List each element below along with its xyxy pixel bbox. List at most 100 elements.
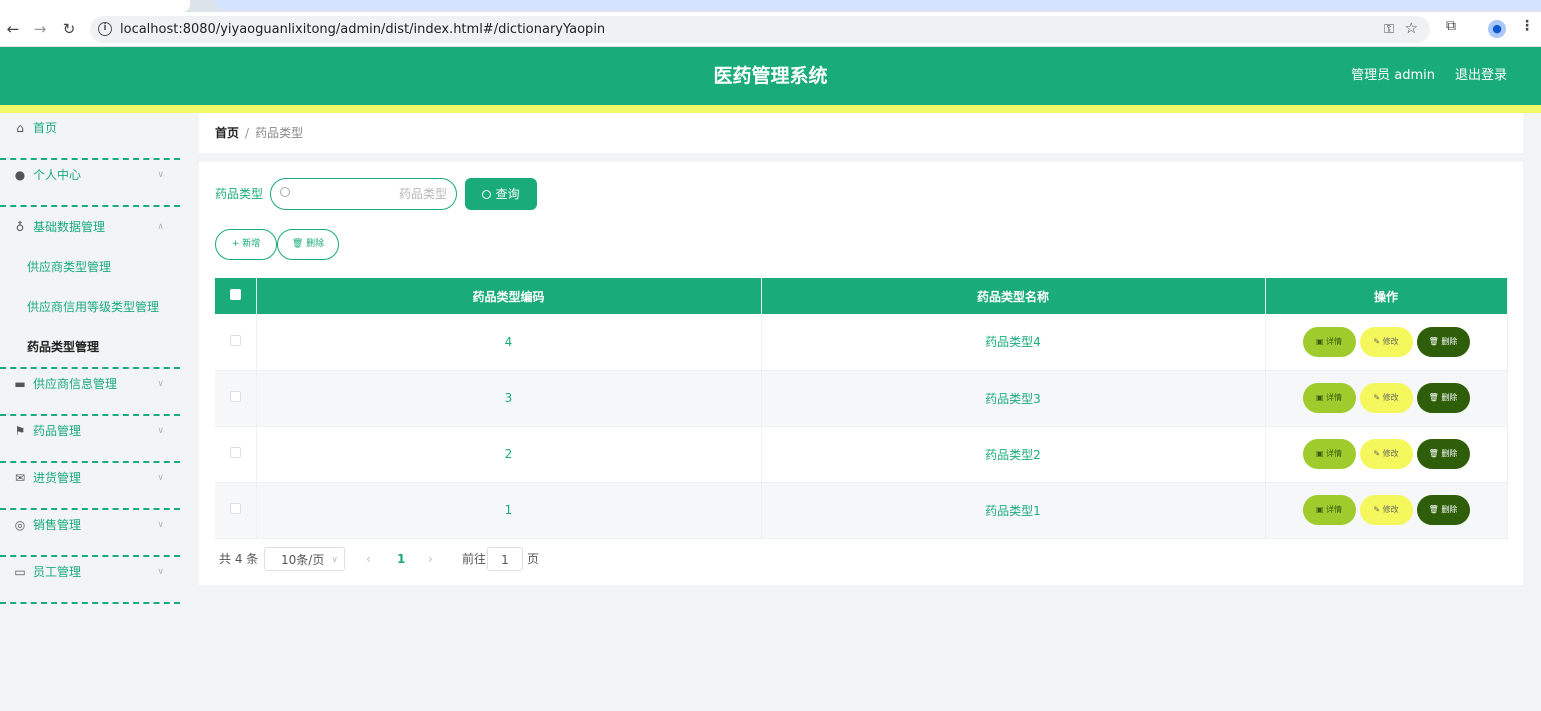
sidebar-item-purchase[interactable]: ✉ 进货管理 ∨	[0, 463, 180, 510]
sidebar-item-label: 基础数据管理	[33, 220, 106, 234]
row-checkbox[interactable]	[229, 503, 241, 514]
sidebar-item-label: 供应商信息管理	[33, 377, 118, 391]
delete-button[interactable]: 🗑 删除	[1416, 439, 1470, 469]
search-icon	[482, 190, 492, 199]
cell-name: 药品类型3	[761, 370, 1266, 427]
goto-unit: 页	[527, 552, 540, 566]
table-row: 3 药品类型3 ▣ 详情 ✎ 修改 🗑 删除	[215, 370, 1508, 427]
cell-name: 药品类型2	[761, 426, 1266, 483]
row-checkbox[interactable]	[229, 334, 241, 346]
cell-name: 药品类型4	[761, 314, 1266, 371]
address-bar[interactable]: i localhost:8080/yiyaoguanlixitong/admin…	[90, 16, 1430, 43]
sidebar-item-basic-data[interactable]: ♁ 基础数据管理 ∧	[0, 207, 180, 247]
sidebar-item-drug[interactable]: ⚑ 药品管理 ∨	[0, 416, 180, 463]
basic-data-submenu: 供应商类型管理 供应商信用等级类型管理 药品类型管理	[0, 247, 180, 369]
edit-button[interactable]: ✎ 修改	[1359, 439, 1413, 469]
cell-code: 4	[256, 314, 762, 371]
detail-button[interactable]: ▣ 详情	[1302, 326, 1356, 357]
address-url[interactable]: localhost:8080/yiyaoguanlixitong/admin/d…	[120, 16, 605, 43]
select-all-checkbox[interactable]	[229, 289, 241, 300]
row-checkbox[interactable]	[229, 391, 241, 402]
drug-type-table: 药品类型编码 药品类型名称 操作 4 药品类型4 ▣ 详情 ✎ 修改 🗑 删除 3 …	[215, 278, 1508, 539]
edit-button[interactable]: ✎ 修改	[1359, 383, 1413, 413]
delete-label: 删除	[1441, 449, 1458, 458]
chevron-down-icon: ∨	[157, 426, 164, 436]
delete-label: 删除	[1441, 505, 1458, 514]
page-size-select[interactable]: 10条/页 ∨	[264, 547, 345, 571]
sidebar-item-personal-center[interactable]: ● 个人中心 ∨	[0, 160, 180, 207]
user-icon: ●	[14, 168, 26, 182]
trash-icon: 🗑	[291, 239, 307, 249]
cell-code: 1	[256, 482, 762, 539]
batch-delete-button[interactable]: 🗑 删除	[277, 229, 339, 260]
edit-label: 修改	[1382, 393, 1399, 402]
wallet-icon: ▬	[14, 377, 26, 391]
batch-delete-label: 删除	[306, 239, 325, 249]
chevron-down-icon: ∨	[157, 520, 164, 530]
cell-actions: ▣ 详情 ✎ 修改 🗑 删除	[1265, 314, 1508, 371]
detail-button[interactable]: ▣ 详情	[1302, 383, 1356, 413]
chevron-down-icon: ∨	[331, 555, 338, 565]
sidebar-item-home[interactable]: ⌂ 首页	[0, 113, 180, 160]
site-info-icon[interactable]: i	[98, 22, 112, 36]
submenu-item-supplier-credit-type[interactable]: 供应商信用等级类型管理	[0, 287, 180, 327]
profile-avatar-icon[interactable]: ●	[1488, 20, 1506, 38]
mail-icon: ✉	[14, 471, 26, 485]
breadcrumb-home[interactable]: 首页	[215, 126, 239, 140]
logout-link[interactable]: 退出登录	[1455, 47, 1507, 105]
cell-actions: ▣ 详情 ✎ 修改 🗑 删除	[1265, 370, 1508, 427]
detail-button[interactable]: ▣ 详情	[1302, 495, 1356, 525]
bookmark-star-icon[interactable]: ☆	[1405, 19, 1418, 37]
table-header-row: 药品类型编码 药品类型名称 操作	[215, 278, 1508, 314]
query-button[interactable]: 查询	[465, 178, 537, 210]
edit-button[interactable]: ✎ 修改	[1359, 326, 1413, 357]
chevron-up-icon: ∧	[157, 222, 164, 232]
briefcase-icon: ▭	[14, 565, 26, 579]
chevron-down-icon: ∨	[157, 473, 164, 483]
forward-arrow-icon[interactable]: →	[29, 18, 51, 40]
sidebar-item-label: 个人中心	[33, 168, 82, 182]
extensions-icon[interactable]: ⧉	[1446, 18, 1456, 34]
app-title: 医药管理系统	[713, 65, 828, 87]
delete-button[interactable]: 🗑 删除	[1416, 383, 1470, 413]
table-row: 2 药品类型2 ▣ 详情 ✎ 修改 🗑 删除	[215, 426, 1508, 483]
delete-button[interactable]: 🗑 删除	[1416, 495, 1470, 525]
next-page-icon[interactable]: ›	[428, 547, 433, 571]
submenu-item-drug-type[interactable]: 药品类型管理	[0, 327, 180, 367]
sidebar-item-label: 员工管理	[33, 565, 82, 579]
detail-label: 详情	[1326, 336, 1343, 346]
browser-active-tab[interactable]	[0, 0, 190, 12]
chevron-down-icon: ∨	[157, 170, 164, 180]
search-label: 药品类型	[215, 187, 264, 201]
delete-button[interactable]: 🗑 删除	[1416, 326, 1470, 357]
search-box[interactable]	[270, 178, 457, 210]
chevron-down-icon: ∨	[157, 379, 164, 389]
sidebar-item-supplier-info[interactable]: ▬ 供应商信息管理 ∨	[0, 369, 180, 416]
edit-button[interactable]: ✎ 修改	[1359, 495, 1413, 525]
microphone-icon: ♁	[15, 220, 25, 234]
home-icon: ⌂	[16, 121, 24, 135]
key-icon[interactable]: ⚿	[1384, 22, 1394, 37]
sidebar-item-staff[interactable]: ▭ 员工管理 ∨	[0, 557, 180, 604]
detail-button[interactable]: ▣ 详情	[1302, 439, 1356, 469]
search-input[interactable]	[297, 179, 447, 209]
browser-menu-icon[interactable]: ⋮	[1520, 18, 1534, 34]
sidebar-item-label: 药品管理	[33, 424, 82, 438]
back-arrow-icon[interactable]: ←	[2, 18, 24, 40]
reload-icon[interactable]: ↻	[58, 18, 80, 40]
add-button[interactable]: + 新增	[215, 229, 277, 260]
cell-actions: ▣ 详情 ✎ 修改 🗑 删除	[1265, 426, 1508, 483]
row-checkbox[interactable]	[229, 447, 241, 458]
prev-page-icon[interactable]: ‹	[366, 547, 371, 571]
page-number-current[interactable]: 1	[397, 547, 405, 571]
submenu-item-supplier-type[interactable]: 供应商类型管理	[0, 247, 180, 287]
column-header-actions: 操作	[1265, 278, 1508, 314]
sidebar-item-sales[interactable]: ◎ 销售管理 ∨	[0, 510, 180, 557]
cell-code: 3	[256, 370, 762, 427]
browser-toolbar: ← → ↻ i localhost:8080/yiyaoguanlixitong…	[0, 12, 1541, 47]
goto-page-input[interactable]: 1	[487, 547, 523, 571]
browser-tab-strip	[0, 0, 1541, 12]
breadcrumb-current: 药品类型	[255, 126, 304, 140]
plus-icon: +	[231, 239, 243, 249]
edit-label: 修改	[1382, 336, 1399, 346]
